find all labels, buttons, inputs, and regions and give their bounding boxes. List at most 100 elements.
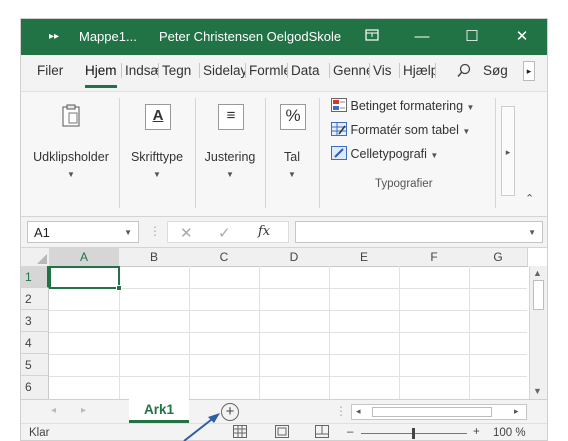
tab-gennemse[interactable]: Gennemse (333, 63, 370, 78)
zoom-out-icon[interactable]: – (347, 426, 353, 438)
clipboard-icon-svg (62, 104, 80, 127)
workbook-name[interactable]: Mappe1... (79, 29, 137, 44)
format-table-button[interactable]: Formatér som tabel ▼ (331, 122, 470, 137)
gridline (49, 310, 527, 311)
zoom-in-icon[interactable]: + (473, 426, 480, 438)
chevron-down-icon: ▼ (430, 151, 439, 160)
normal-view-icon-svg (233, 425, 247, 438)
page-break-icon[interactable] (315, 425, 329, 440)
column-header-e[interactable]: E (329, 248, 400, 267)
clipboard-group[interactable]: Udklipsholder ▼ (25, 92, 117, 212)
tab-tegn[interactable]: Tegn (162, 63, 200, 78)
alignment-icon: ≡ (218, 104, 244, 130)
hscroll-right-icon[interactable]: ▸ (514, 406, 519, 417)
chevron-down-icon: ▼ (226, 170, 234, 179)
row-header-3[interactable]: 3 (21, 310, 49, 332)
tab-vis[interactable]: Vis (373, 63, 400, 78)
fill-handle[interactable] (116, 285, 122, 291)
check-icon[interactable]: ✓ (218, 224, 231, 242)
column-header-c[interactable]: C (189, 248, 260, 267)
gridline (259, 266, 260, 400)
font-group[interactable]: A Skrifttype ▼ (121, 92, 193, 212)
minimize-icon[interactable]: — (399, 19, 445, 55)
formula-input[interactable]: ▼ (295, 221, 543, 243)
gridline (469, 266, 470, 400)
selected-cell-a1[interactable] (49, 266, 120, 289)
user-name[interactable]: Peter Christensen OelgodSkole (159, 29, 341, 44)
hscroll-thumb[interactable] (372, 407, 492, 417)
formula-buttons: ✕ ✓ fx (167, 221, 289, 243)
group-divider (195, 98, 196, 208)
more-options-icon[interactable]: ⋮ (149, 224, 161, 238)
chevron-down-icon: ▼ (67, 170, 75, 179)
close-icon[interactable]: ✕ (499, 19, 545, 55)
number-label: Tal (284, 150, 300, 164)
tab-hjem[interactable]: Hjem (85, 63, 122, 78)
tab-sidelayout[interactable]: Sidelayout (203, 63, 246, 78)
tab-data[interactable]: Data (291, 63, 330, 78)
maximize-icon[interactable]: ☐ (449, 19, 495, 55)
ribbon-tabs: Filer Hjem Indsæt Tegn Sidelayout Formle… (21, 55, 547, 91)
cancel-icon[interactable]: ✕ (180, 224, 193, 242)
column-header-g[interactable]: G (469, 248, 528, 267)
chevron-down-icon: ▼ (153, 170, 161, 179)
sheet-scroll-right-icon[interactable]: ▸ (81, 405, 86, 416)
search-icon-svg (457, 63, 471, 77)
tab-indsaet[interactable]: Indsæt (125, 63, 159, 78)
chevron-down-icon[interactable]: ▼ (528, 228, 536, 237)
quick-access-icon[interactable]: ▸▸ (49, 31, 59, 42)
page-layout-icon[interactable] (275, 425, 289, 440)
select-all-icon (37, 254, 47, 264)
styles-group-label: Typografier (375, 178, 433, 190)
chevron-down-icon: ▼ (288, 170, 296, 179)
normal-view-icon[interactable] (233, 425, 247, 440)
ribbon-more-icon[interactable]: ▸ (501, 106, 515, 196)
select-all-corner[interactable] (21, 248, 50, 267)
worksheet-grid[interactable]: A B C D E F G 1 2 3 4 5 6 ▲ ▼ (21, 247, 547, 400)
chevron-down-icon: ▼ (466, 103, 475, 112)
vertical-scrollbar[interactable]: ▲ ▼ (529, 266, 547, 400)
column-header-a[interactable]: A (49, 248, 120, 268)
group-divider (265, 98, 266, 208)
name-box[interactable]: A1 ▼ (27, 221, 139, 243)
sheet-scroll-left-icon[interactable]: ◂ (51, 405, 56, 416)
conditional-formatting-button[interactable]: Betinget formatering ▼ (331, 98, 474, 113)
horizontal-scrollbar[interactable]: ◂ ▸ (351, 404, 527, 420)
column-header-f[interactable]: F (399, 248, 470, 267)
row-header-4[interactable]: 4 (21, 332, 49, 354)
row-header-5[interactable]: 5 (21, 354, 49, 376)
sheet-tabs-bar: ◂ ▸ Ark1 + ⋮ ◂ ▸ (21, 399, 547, 423)
gridline (399, 266, 400, 400)
name-box-value: A1 (34, 225, 50, 240)
cell-styles-button[interactable]: Celletypografi ▼ (331, 146, 438, 161)
row-header-6[interactable]: 6 (21, 376, 49, 400)
clipboard-label: Udklipsholder (33, 150, 109, 164)
search-icon[interactable] (457, 63, 471, 81)
group-divider (495, 98, 496, 208)
row-header-1[interactable]: 1 (21, 266, 49, 288)
alignment-group[interactable]: ≡ Justering ▼ (197, 92, 263, 212)
scroll-up-icon[interactable]: ▲ (533, 268, 542, 278)
insert-function-icon[interactable]: fx (258, 224, 270, 239)
row-header-2[interactable]: 2 (21, 288, 49, 310)
tab-hjaelp[interactable]: Hjælp (403, 63, 436, 78)
column-header-d[interactable]: D (259, 248, 330, 267)
tabs-scroll-right-icon[interactable]: ▸ (523, 61, 535, 81)
column-header-b[interactable]: B (119, 248, 190, 267)
tab-formler[interactable]: Formler (249, 63, 288, 78)
zoom-slider-thumb[interactable] (412, 428, 415, 439)
more-options-icon[interactable]: ⋮ (335, 404, 347, 418)
chevron-down-icon[interactable]: ▼ (124, 228, 132, 237)
hscroll-left-icon[interactable]: ◂ (356, 406, 361, 417)
tab-filer[interactable]: Filer (37, 63, 67, 78)
number-group[interactable]: % Tal ▼ (267, 92, 317, 212)
font-label: Skrifttype (130, 150, 184, 164)
zoom-level[interactable]: 100 % (493, 427, 526, 439)
styles-group: Betinget formatering ▼ Formatér som tabe… (321, 92, 491, 212)
search-label[interactable]: Søg (483, 63, 508, 78)
scroll-thumb[interactable] (533, 280, 544, 310)
page-layout-icon-svg (275, 425, 289, 438)
collapse-ribbon-icon[interactable]: ⌃ (525, 192, 534, 205)
ribbon-display-icon[interactable] (349, 19, 395, 55)
scroll-down-icon[interactable]: ▼ (533, 386, 542, 396)
